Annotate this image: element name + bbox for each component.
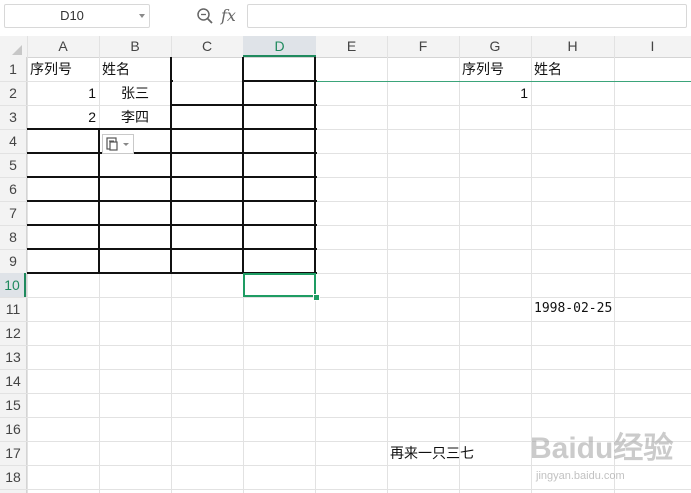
column-header-a[interactable]: A [27,36,99,57]
row-header-13[interactable]: 13 [0,345,26,369]
cell-h11[interactable]: 1998-02-25 [534,297,634,321]
cell-g1[interactable]: 序列号 [462,57,530,81]
zoom-search-icon[interactable] [196,7,214,25]
fill-handle[interactable] [313,294,320,301]
baidu-jingyan-watermark: Baidu经验 jingyan.baidu.com [530,428,690,490]
cell-h1[interactable]: 姓名 [534,57,612,81]
fx-icon[interactable]: fx [221,4,241,28]
row-header-16[interactable]: 16 [0,417,26,441]
row-header-12[interactable]: 12 [0,321,26,345]
row-header-1[interactable]: 1 [0,57,26,81]
row-header-2[interactable]: 2 [0,81,26,105]
row-header-6[interactable]: 6 [0,177,26,201]
row-header-15[interactable]: 15 [0,393,26,417]
cell-b3[interactable]: 李四 [100,105,170,129]
row-header-8[interactable]: 8 [0,225,26,249]
select-all-triangle-icon[interactable] [12,45,22,55]
cell-b2[interactable]: 张三 [100,81,170,105]
row-header-9[interactable]: 9 [0,249,26,273]
column-header-e[interactable]: E [316,36,387,57]
row-header-3[interactable]: 3 [0,105,26,129]
name-box-value[interactable]: D10 [5,5,139,27]
row-header-7[interactable]: 7 [0,201,26,225]
column-header-c[interactable]: C [171,36,243,57]
column-header-d[interactable]: D [243,36,316,57]
row-header-14[interactable]: 14 [0,369,26,393]
column-header-b[interactable]: B [99,36,171,57]
row-header-17[interactable]: 17 [0,441,26,465]
select-all-corner[interactable] [0,36,27,57]
watermark-text: Baidu经验 [530,432,674,465]
row-header-18[interactable]: 18 [0,465,26,489]
name-box[interactable]: D10 [4,4,150,28]
cell-g2[interactable]: 1 [460,81,528,105]
cell-b1[interactable]: 姓名 [102,57,170,81]
cell-f17[interactable]: 再来一只三七 [390,441,530,465]
chevron-down-icon[interactable] [139,14,145,18]
cell-a2[interactable]: 1 [28,81,96,105]
row-header-4[interactable]: 4 [0,129,26,153]
row-header-5[interactable]: 5 [0,153,26,177]
row-header-10[interactable]: 10 [0,273,26,297]
paste-options-button[interactable] [102,134,134,154]
column-header-g[interactable]: G [459,36,531,57]
column-header-h[interactable]: H [531,36,614,57]
cell-a1[interactable]: 序列号 [30,57,98,81]
active-cell-d10[interactable] [243,273,316,297]
column-header-f[interactable]: F [387,36,459,57]
watermark-url: jingyan.baidu.com [536,470,625,482]
paste-options-icon[interactable] [103,135,133,153]
cell-a3[interactable]: 2 [28,105,96,129]
formula-input[interactable] [247,4,687,28]
column-header-i[interactable]: I [614,36,691,57]
worksheet-grid[interactable]: A B C D E F G H I 1 2 3 4 5 6 7 8 9 10 1… [0,36,691,493]
row-header-11[interactable]: 11 [0,297,26,321]
spreadsheet-window: D10 fx A B C D E F G H I 1 2 3 4 5 6 7 8… [0,0,691,493]
formula-bar: D10 fx [0,0,691,36]
